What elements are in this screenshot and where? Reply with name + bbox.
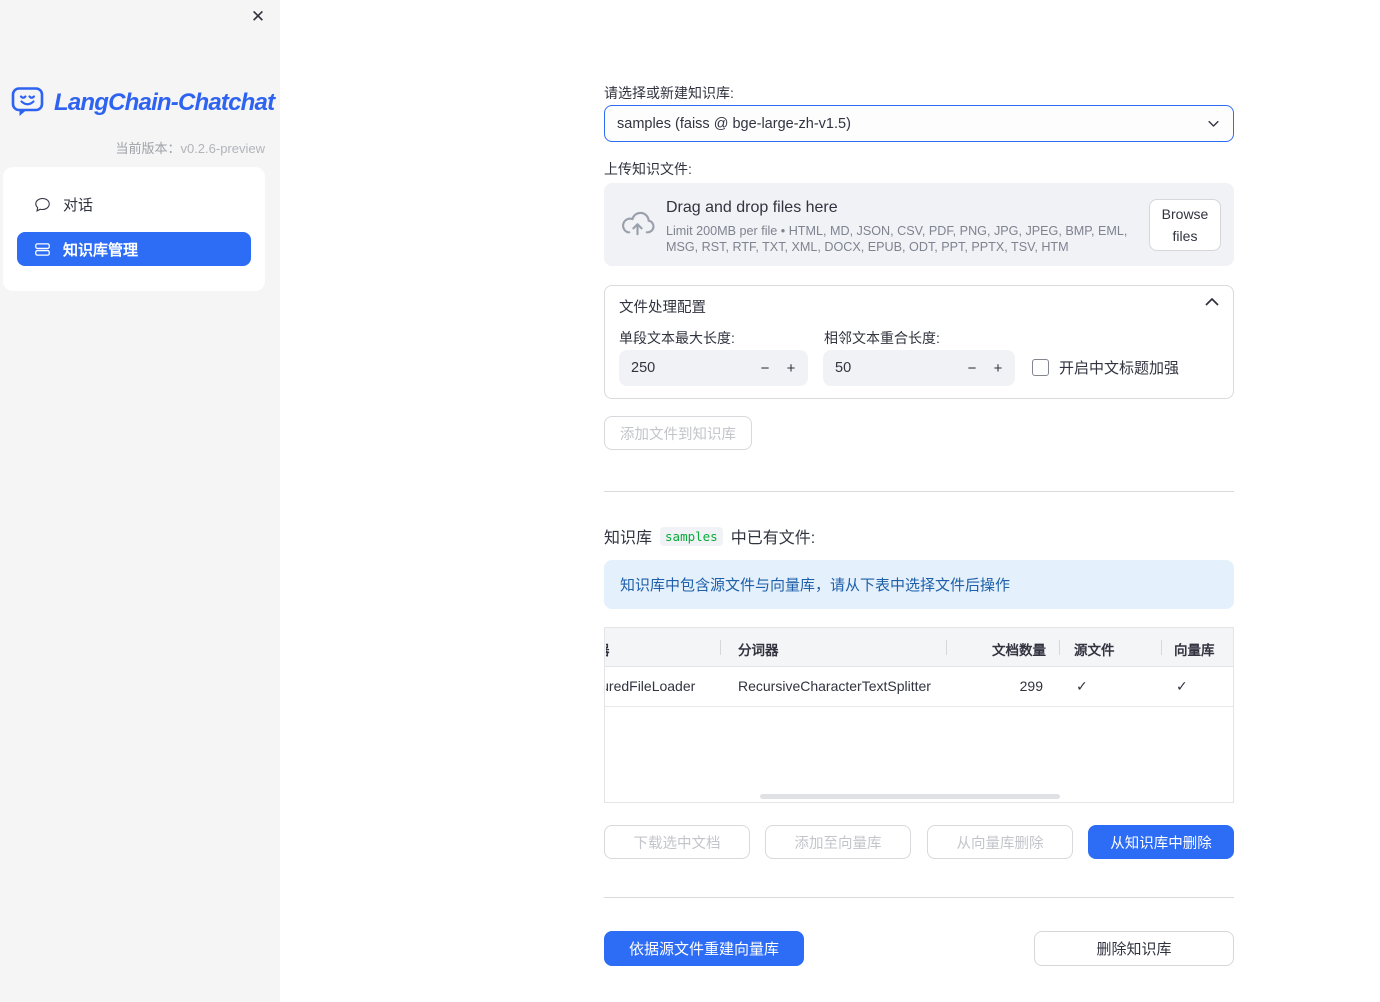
minus-icon: − bbox=[760, 359, 770, 377]
brand-title: LangChain-Chatchat bbox=[54, 88, 275, 116]
delete-from-vector-button[interactable]: 从向量库删除 bbox=[927, 825, 1073, 859]
chunk-size-stepper: − + bbox=[619, 350, 808, 386]
table-row[interactable]: UnstructuredFileLoader RecursiveCharacte… bbox=[605, 667, 1233, 707]
expander-header[interactable]: 文件处理配置 bbox=[605, 286, 1233, 320]
overlap-size-input[interactable] bbox=[835, 350, 955, 386]
column-divider bbox=[1161, 640, 1162, 655]
add-to-vector-button[interactable]: 添加至向量库 bbox=[765, 825, 911, 859]
zh-title-checkbox[interactable] bbox=[1032, 359, 1049, 376]
divider bbox=[604, 491, 1234, 492]
chunk-size-input[interactable] bbox=[631, 350, 751, 386]
main-content: 请选择或新建知识库: samples (faiss @ bge-large-zh… bbox=[604, 0, 1234, 1002]
delete-from-kb-button[interactable]: 从知识库中删除 bbox=[1088, 825, 1234, 859]
browse-files-button[interactable]: Browse files bbox=[1149, 199, 1221, 251]
kb-name-chip: samples bbox=[660, 526, 723, 546]
rebuild-vector-store-button[interactable]: 依据源文件重建向量库 bbox=[604, 931, 804, 966]
cell-vector-check: ✓ bbox=[1176, 678, 1188, 694]
version-value: v0.2.6-preview bbox=[180, 141, 265, 156]
dropzone-title: Drag and drop files here bbox=[666, 199, 838, 216]
stacked-bars-icon bbox=[34, 241, 51, 258]
app-root: ✕ LangChain-Chatchat 当前版本：v0.2.6-preview bbox=[0, 0, 1380, 1002]
chunk-plus-button[interactable]: + bbox=[780, 350, 802, 386]
existing-files-heading: 知识库 samples 中已有文件: bbox=[604, 524, 815, 548]
column-header-source[interactable]: 源文件 bbox=[1074, 639, 1115, 659]
zh-title-checkbox-label: 开启中文标题加强 bbox=[1059, 360, 1180, 377]
column-header-loader[interactable]: 文档加载器 bbox=[606, 639, 719, 657]
download-selected-button[interactable]: 下载选中文档 bbox=[604, 825, 750, 859]
add-files-to-kb-button[interactable]: 添加文件到知识库 bbox=[604, 416, 752, 450]
plus-icon: + bbox=[993, 359, 1003, 377]
files-table: 文档加载器 分词器 文档数量 源文件 向量库 UnstructuredFileL… bbox=[604, 627, 1234, 803]
cell-docs-count: 299 bbox=[1019, 678, 1043, 694]
kb-select-value: samples (faiss @ bge-large-zh-v1.5) bbox=[617, 115, 851, 132]
sidebar-item-dialogue[interactable]: 对话 bbox=[17, 187, 251, 221]
sidebar-close-button[interactable]: ✕ bbox=[246, 5, 270, 29]
info-banner: 知识库中包含源文件与向量库，请从下表中选择文件后操作 bbox=[604, 560, 1234, 609]
cell-splitter: RecursiveCharacterTextSplitter bbox=[738, 678, 931, 694]
column-header-docs[interactable]: 文档数量 bbox=[946, 639, 1046, 659]
plus-icon: + bbox=[786, 359, 796, 377]
column-header-vector[interactable]: 向量库 bbox=[1174, 639, 1215, 659]
delete-kb-button[interactable]: 删除知识库 bbox=[1034, 931, 1234, 966]
column-header-splitter[interactable]: 分词器 bbox=[738, 639, 779, 659]
kb-select[interactable]: samples (faiss @ bge-large-zh-v1.5) bbox=[604, 105, 1234, 142]
sidebar: ✕ LangChain-Chatchat 当前版本：v0.2.6-preview bbox=[0, 0, 280, 1002]
overlap-size-label: 相邻文本重合长度: bbox=[824, 330, 940, 346]
file-config-expander: 文件处理配置 单段文本最大长度: 相邻文本重合长度: − + − + bbox=[604, 285, 1234, 399]
chunk-size-label: 单段文本最大长度: bbox=[619, 330, 735, 346]
divider bbox=[604, 897, 1234, 898]
table-header: 文档加载器 分词器 文档数量 源文件 向量库 bbox=[605, 628, 1233, 667]
cell-loader: UnstructuredFileLoader bbox=[606, 678, 696, 694]
sidebar-item-kb-management[interactable]: 知识库管理 bbox=[17, 232, 251, 266]
overlap-plus-button[interactable]: + bbox=[987, 350, 1009, 386]
zh-title-checkbox-row[interactable]: 开启中文标题加强 bbox=[1032, 357, 1179, 378]
overlap-size-stepper: − + bbox=[823, 350, 1015, 386]
chevron-up-icon bbox=[1205, 297, 1219, 306]
column-divider bbox=[720, 640, 721, 655]
existing-suffix: 中已有文件: bbox=[730, 530, 816, 547]
info-banner-text: 知识库中包含源文件与向量库，请从下表中选择文件后操作 bbox=[620, 577, 1011, 594]
dropzone-limit-text: Limit 200MB per file • HTML, MD, JSON, C… bbox=[666, 224, 1128, 255]
chevron-down-icon bbox=[1206, 116, 1221, 131]
expander-title: 文件处理配置 bbox=[619, 300, 706, 316]
cloud-upload-icon bbox=[620, 209, 655, 239]
close-icon: ✕ bbox=[250, 7, 266, 26]
version-label: 当前版本： bbox=[115, 141, 181, 156]
column-divider bbox=[1059, 640, 1060, 655]
version-line: 当前版本：v0.2.6-preview bbox=[115, 138, 265, 157]
minus-icon: − bbox=[967, 359, 977, 377]
brand: LangChain-Chatchat bbox=[11, 86, 275, 119]
table-horizontal-scrollbar[interactable] bbox=[760, 794, 1060, 799]
overlap-minus-button[interactable]: − bbox=[961, 350, 983, 386]
chunk-minus-button[interactable]: − bbox=[754, 350, 776, 386]
file-dropzone[interactable]: Drag and drop files here Limit 200MB per… bbox=[604, 183, 1234, 266]
sidebar-menu: 对话 知识库管理 bbox=[3, 167, 265, 291]
sidebar-item-label: 知识库管理 bbox=[63, 241, 139, 259]
kb-select-label: 请选择或新建知识库: bbox=[604, 85, 734, 101]
chat-bubble-icon bbox=[34, 196, 51, 213]
existing-prefix: 知识库 bbox=[604, 530, 653, 547]
cell-source-check: ✓ bbox=[1076, 678, 1088, 694]
sidebar-item-label: 对话 bbox=[63, 196, 94, 214]
upload-label: 上传知识文件: bbox=[604, 161, 692, 177]
brand-logo-icon bbox=[11, 86, 47, 119]
